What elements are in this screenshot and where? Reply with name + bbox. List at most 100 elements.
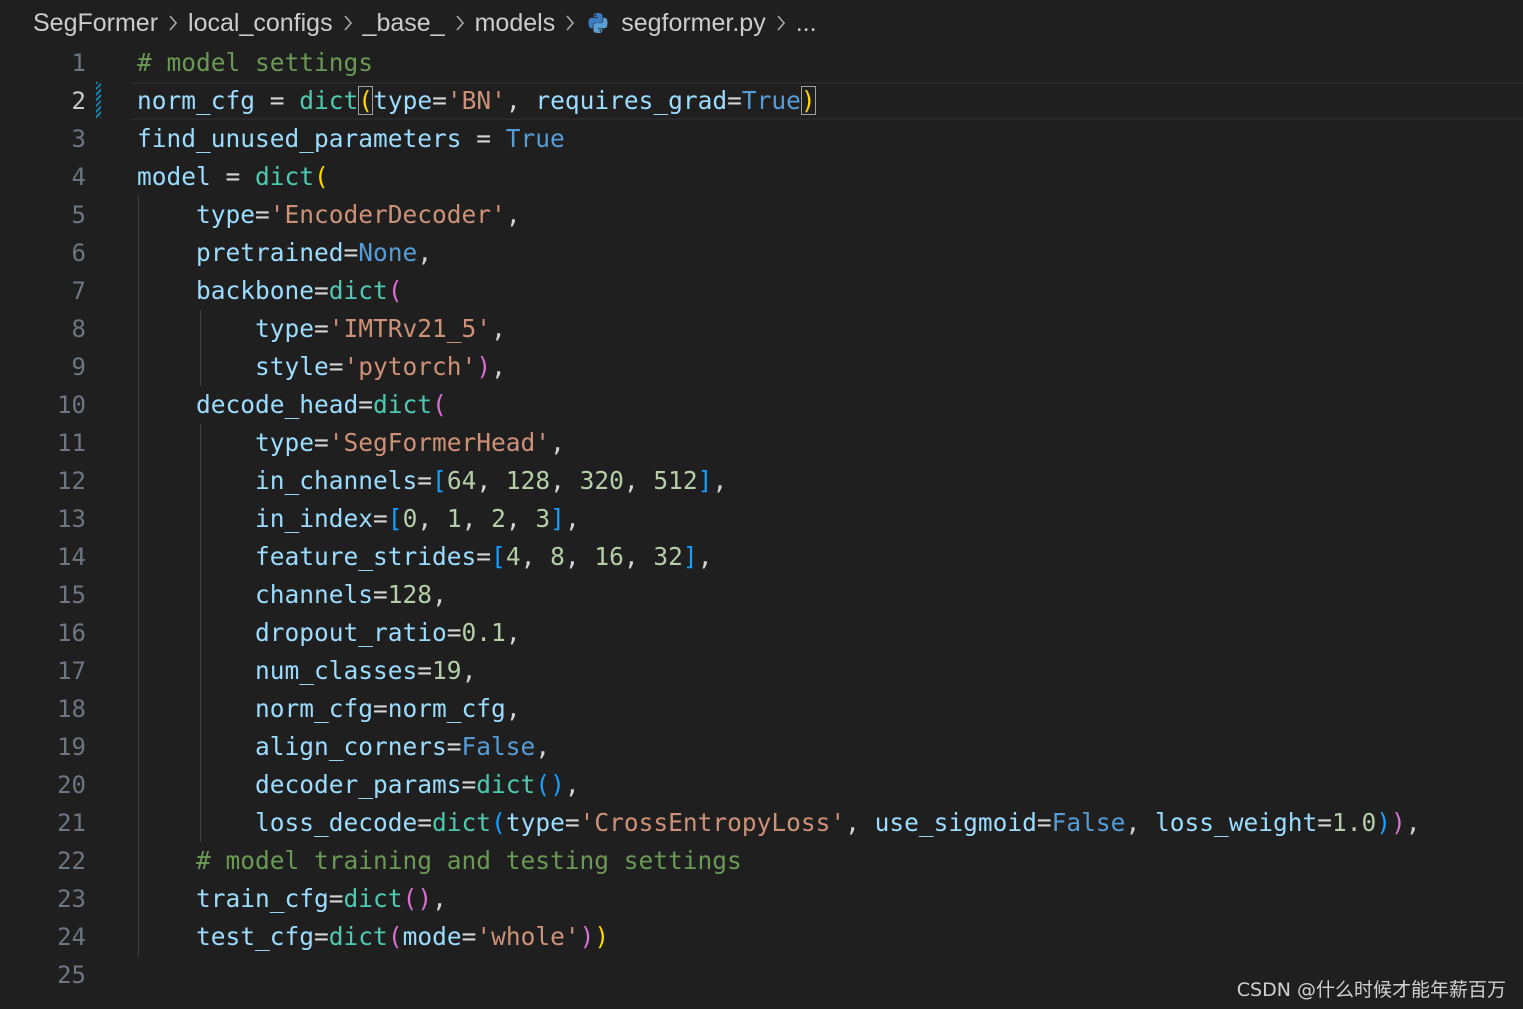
code-token: = [564, 808, 580, 837]
line-number[interactable]: 23 [0, 880, 86, 918]
code-line[interactable]: 8 type='IMTRv21_5', [0, 310, 1523, 348]
code-text[interactable]: channels=128, [137, 576, 447, 614]
code-line[interactable]: 7 backbone=dict( [0, 272, 1523, 310]
code-text[interactable]: in_channels=[64, 128, 320, 512], [137, 462, 727, 500]
line-number[interactable]: 2 [0, 82, 86, 120]
code-text[interactable]: num_classes=19, [137, 652, 476, 690]
code-line[interactable]: 4 model = dict( [0, 158, 1523, 196]
line-number[interactable]: 13 [0, 500, 86, 538]
line-number[interactable]: 1 [0, 44, 86, 82]
code-token: train_cfg [196, 884, 329, 913]
code-line[interactable]: 14 feature_strides=[4, 8, 16, 32], [0, 538, 1523, 576]
breadcrumb-item-symbols[interactable]: ... [796, 9, 817, 38]
code-text[interactable]: decode_head=dict( [137, 386, 447, 424]
line-number[interactable]: 19 [0, 728, 86, 766]
code-text[interactable]: dropout_ratio=0.1, [137, 614, 521, 652]
code-text[interactable]: loss_decode=dict(type='CrossEntropyLoss'… [137, 804, 1421, 842]
line-number[interactable]: 14 [0, 538, 86, 576]
line-number[interactable]: 5 [0, 196, 86, 234]
breadcrumb-item-local-configs[interactable]: local_configs [188, 9, 333, 38]
code-token: 8 [550, 542, 565, 571]
code-text[interactable]: train_cfg=dict(), [137, 880, 447, 918]
code-line[interactable]: 17 num_classes=19, [0, 652, 1523, 690]
code-line[interactable]: 1 # model settings [0, 44, 1523, 82]
code-token: , [845, 808, 875, 837]
code-line[interactable]: 21 loss_decode=dict(type='CrossEntropyLo… [0, 804, 1523, 842]
line-number[interactable]: 3 [0, 120, 86, 158]
code-line[interactable]: 20 decoder_params=dict(), [0, 766, 1523, 804]
code-text[interactable]: model = dict( [137, 158, 329, 196]
line-number[interactable]: 15 [0, 576, 86, 614]
code-line[interactable]: 15 channels=128, [0, 576, 1523, 614]
code-line[interactable]: 9 style='pytorch'), [0, 348, 1523, 386]
code-token: dict [299, 86, 359, 115]
code-text[interactable]: test_cfg=dict(mode='whole')) [137, 918, 609, 956]
code-token: 'BN' [446, 86, 506, 115]
code-text[interactable]: # model settings [137, 44, 373, 82]
code-text[interactable]: norm_cfg = dict(type='BN', requires_grad… [137, 82, 816, 120]
line-number[interactable]: 7 [0, 272, 86, 310]
code-line[interactable]: 11 type='SegFormerHead', [0, 424, 1523, 462]
code-text[interactable]: align_corners=False, [137, 728, 550, 766]
code-token: 0.1 [461, 618, 506, 647]
breadcrumb-item-base[interactable]: _base_ [363, 9, 445, 38]
code-text[interactable]: style='pytorch'), [137, 348, 506, 386]
line-number[interactable]: 25 [0, 956, 86, 994]
code-token: = [358, 390, 374, 419]
line-number[interactable]: 9 [0, 348, 86, 386]
code-editor[interactable]: 1 # model settings 2 norm_cfg = dict(type='… [0, 44, 1523, 989]
code-line[interactable]: 18 norm_cfg=norm_cfg, [0, 690, 1523, 728]
line-number[interactable]: 24 [0, 918, 86, 956]
line-number[interactable]: 18 [0, 690, 86, 728]
line-number[interactable]: 20 [0, 766, 86, 804]
code-token: 1.0 [1331, 808, 1377, 837]
code-line[interactable]: 23 train_cfg=dict(), [0, 880, 1523, 918]
code-line[interactable]: 6 pretrained=None, [0, 234, 1523, 272]
line-number[interactable]: 8 [0, 310, 86, 348]
code-token: norm_cfg [137, 86, 256, 115]
code-text[interactable]: in_index=[0, 1, 2, 3], [137, 500, 580, 538]
line-number[interactable]: 6 [0, 234, 86, 272]
code-line[interactable]: 16 dropout_ratio=0.1, [0, 614, 1523, 652]
code-text[interactable]: pretrained=None, [137, 234, 432, 272]
line-number[interactable]: 12 [0, 462, 86, 500]
code-text[interactable]: feature_strides=[4, 8, 16, 32], [137, 538, 712, 576]
line-number[interactable]: 11 [0, 424, 86, 462]
code-text[interactable]: type='IMTRv21_5', [137, 310, 506, 348]
code-line[interactable]: 12 in_channels=[64, 128, 320, 512], [0, 462, 1523, 500]
line-number[interactable]: 17 [0, 652, 86, 690]
code-token: dict [328, 276, 388, 305]
code-text[interactable]: backbone=dict( [137, 272, 403, 310]
code-token: loss_decode [255, 808, 418, 837]
breadcrumb-item-file[interactable]: segformer.py [621, 9, 766, 38]
breadcrumb-item-models[interactable]: models [475, 9, 556, 38]
line-number[interactable]: 16 [0, 614, 86, 652]
code-line[interactable]: 24 test_cfg=dict(mode='whole')) [0, 918, 1523, 956]
code-text[interactable]: norm_cfg=norm_cfg, [137, 690, 521, 728]
code-line[interactable]: 2 norm_cfg = dict(type='BN', requires_gra… [0, 82, 1523, 120]
code-text[interactable]: type='EncoderDecoder', [137, 196, 521, 234]
code-token: dict [373, 390, 433, 419]
code-text[interactable]: type='SegFormerHead', [137, 424, 565, 462]
code-token: = [328, 352, 344, 381]
breadcrumb-item-segformer[interactable]: SegFormer [33, 9, 158, 38]
code-token: dict [343, 884, 403, 913]
code-line[interactable]: 13 in_index=[0, 1, 2, 3], [0, 500, 1523, 538]
line-number[interactable]: 21 [0, 804, 86, 842]
code-text[interactable]: # model training and testing settings [137, 842, 742, 880]
code-text[interactable]: find_unused_parameters = True [137, 120, 565, 158]
code-line[interactable]: 10 decode_head=dict( [0, 386, 1523, 424]
line-number[interactable]: 4 [0, 158, 86, 196]
code-token: 320 [579, 466, 624, 495]
code-line[interactable]: 19 align_corners=False, [0, 728, 1523, 766]
code-line[interactable]: 3 find_unused_parameters = True [0, 120, 1523, 158]
code-token: 'whole' [476, 922, 580, 951]
code-token: = [461, 124, 506, 153]
line-number[interactable]: 10 [0, 386, 86, 424]
code-line[interactable]: 5 type='EncoderDecoder', [0, 196, 1523, 234]
code-token: dropout_ratio [255, 618, 447, 647]
code-line[interactable]: 22 # model training and testing settings [0, 842, 1523, 880]
code-text[interactable]: decoder_params=dict(), [137, 766, 580, 804]
code-token: , [535, 732, 551, 761]
line-number[interactable]: 22 [0, 842, 86, 880]
